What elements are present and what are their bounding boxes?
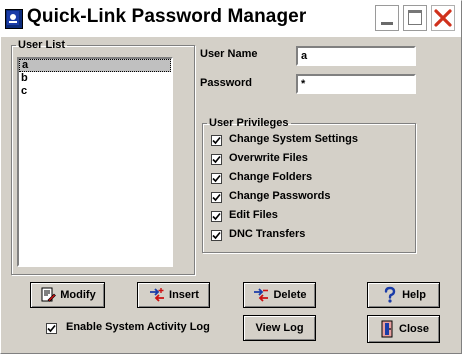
maximize-icon[interactable] [403,5,427,31]
list-item[interactable]: b [19,72,171,85]
delete-button-label: Delete [273,289,307,301]
password-field[interactable] [296,74,416,94]
user-privileges-group: User Privileges Change System Settings O… [202,117,416,253]
window-title: Quick-Link Password Manager [27,6,307,27]
checkbox-change-folders[interactable] [211,173,222,184]
checkbox-change-passwords[interactable] [211,192,222,203]
help-button-label: Help [402,289,426,301]
privilege-label: Change System Settings [229,133,358,145]
close-button[interactable]: Close [367,315,440,343]
username-label: User Name [200,48,258,60]
close-button-label: Close [399,323,429,335]
checkbox-edit-files[interactable] [211,211,222,222]
door-exit-icon [378,320,396,338]
modify-document-icon [39,286,57,304]
checkbox-activity-log[interactable] [46,323,57,334]
user-list-group: User List a b c [11,39,195,275]
modify-button[interactable]: Modify [30,282,105,308]
privilege-label: Change Passwords [229,190,331,202]
user-privileges-label: User Privileges [209,117,289,129]
insert-arrows-icon [148,286,166,304]
activity-log-label: Enable System Activity Log [66,321,210,333]
privilege-label: Edit Files [229,209,278,221]
privilege-label: Change Folders [229,171,313,183]
insert-button[interactable]: Insert [137,282,210,308]
view-log-button[interactable]: View Log [243,315,316,341]
minimize-icon[interactable] [375,5,399,31]
close-icon[interactable] [431,5,455,31]
password-manager-window: Quick-Link Password Manager User List a … [0,0,462,354]
question-mark-icon [381,286,399,304]
insert-button-label: Insert [169,289,199,301]
delete-button[interactable]: Delete [243,282,316,308]
privilege-label: DNC Transfers [229,228,306,240]
checkbox-change-system-settings[interactable] [211,135,222,146]
checkbox-dnc-transfers[interactable] [211,230,222,241]
app-window-icon[interactable] [5,9,23,29]
username-field[interactable] [296,46,416,66]
user-list[interactable]: a b c [17,57,173,267]
privilege-label: Overwrite Files [229,152,308,164]
checkbox-overwrite-files[interactable] [211,154,222,165]
list-item[interactable]: a [19,59,171,72]
title-bar[interactable]: Quick-Link Password Manager [1,1,461,37]
list-item[interactable]: c [19,85,171,98]
password-label: Password [200,77,252,89]
user-list-label: User List [18,39,66,51]
delete-arrows-icon [252,286,270,304]
modify-button-label: Modify [60,289,96,301]
help-button[interactable]: Help [367,282,440,308]
view-log-button-label: View Log [255,322,304,334]
